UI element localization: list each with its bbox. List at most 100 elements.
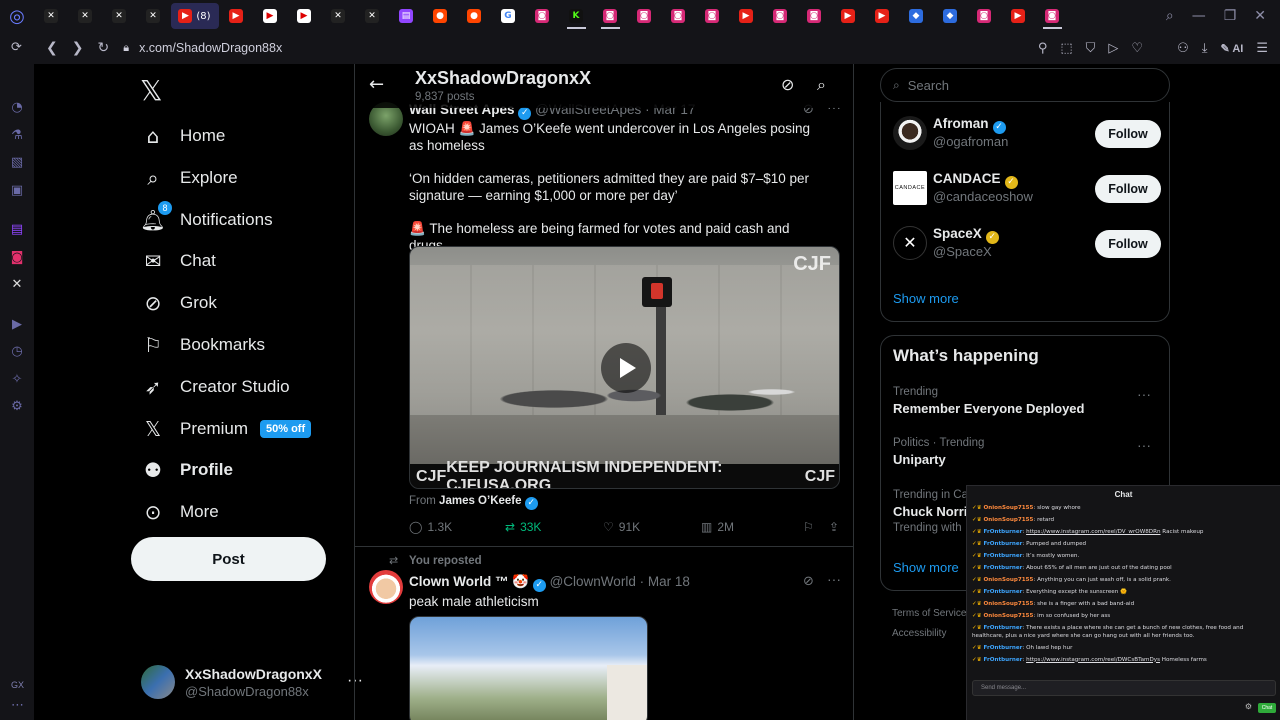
chat-username[interactable]: OnionSoup7155 <box>983 613 1033 619</box>
browser-tab[interactable]: ✕ <box>137 3 170 29</box>
browser-tab[interactable]: ▶ <box>730 3 763 29</box>
snapshot-icon[interactable]: ⬚ <box>1060 41 1072 56</box>
back-arrow-icon[interactable]: ← <box>369 74 384 95</box>
show-more-link[interactable]: Show more <box>893 291 959 306</box>
browser-tab[interactable]: G <box>492 3 525 29</box>
sync-icon[interactable]: ⟳ <box>11 40 22 55</box>
play-icon[interactable] <box>601 343 651 393</box>
browser-tab[interactable]: ◆ <box>900 3 933 29</box>
chat-username[interactable]: OnionSoup7155 <box>983 601 1033 607</box>
tweet[interactable]: ⇄ You reposted Clown World ™ 🤡 ✓ @ClownW… <box>355 548 853 720</box>
browser-tab[interactable]: ◙ <box>968 3 1001 29</box>
more-dots-icon[interactable]: ··· <box>827 571 841 587</box>
avatar[interactable]: ✕ <box>893 226 927 260</box>
browser-tab[interactable]: ▶ <box>1002 3 1035 29</box>
reload-icon[interactable]: ↻ <box>97 40 109 56</box>
nav-item-chat[interactable]: ✉ Chat <box>140 245 216 277</box>
sidebar-notes-icon[interactable]: ▧ <box>11 149 23 177</box>
heart-icon[interactable]: ♡ <box>1131 41 1143 56</box>
account-name[interactable]: SpaceX ✓ <box>933 226 999 244</box>
repost-button[interactable]: ⇄ 33K <box>505 520 603 534</box>
sidebar-twitch-icon[interactable]: ▤ <box>11 216 23 244</box>
browser-tab[interactable]: ◆ <box>934 3 967 29</box>
player-icon[interactable]: ▷ <box>1108 41 1118 56</box>
chat-username[interactable]: FrOntburner <box>983 529 1022 535</box>
post-button[interactable]: Post <box>131 537 326 581</box>
browser-tab[interactable]: ◙ <box>628 3 661 29</box>
like-button[interactable]: ♡ 91K <box>603 520 701 534</box>
trend-item[interactable]: Trending Remember Everyone Deployed ··· <box>893 386 1159 416</box>
account-icon[interactable]: ⚇ <box>1177 41 1189 56</box>
chat-input[interactable]: Send message... <box>972 680 1276 696</box>
sidebar-ai-icon[interactable]: ⚗ <box>11 122 23 150</box>
source-name[interactable]: James O’Keefe <box>439 495 521 507</box>
browser-tab[interactable]: ▶ (8) <box>170 3 219 29</box>
minimize-icon[interactable]: — <box>1192 8 1206 24</box>
tab-search-icon[interactable]: ⌕ <box>1166 8 1174 24</box>
chat-username[interactable]: FrOntburner <box>983 657 1022 663</box>
download-icon[interactable]: ⤓ <box>1202 41 1208 56</box>
follow-button[interactable]: Follow <box>1095 230 1161 258</box>
close-icon[interactable]: ✕ <box>1254 8 1266 24</box>
tweet-image[interactable] <box>409 616 648 720</box>
chat-send-button[interactable]: Chat <box>1258 703 1276 713</box>
account-name[interactable]: Afroman ✓ <box>933 116 1006 134</box>
follow-button[interactable]: Follow <box>1095 120 1161 148</box>
video-player[interactable]: CJF CJF KEEP JOURNALISM INDEPENDENT: CJF… <box>409 246 840 489</box>
nav-item-more[interactable]: ⊙ More <box>140 496 219 528</box>
sidebar-settings-icon[interactable]: ⚙ <box>11 393 23 421</box>
chat-username[interactable]: FrOntburner <box>983 553 1022 559</box>
nav-item-profile[interactable]: ⚉ Profile <box>140 454 233 486</box>
back-icon[interactable]: ❮ <box>46 40 58 56</box>
browser-tab[interactable]: ✕ <box>322 3 355 29</box>
url-field[interactable]: 🔒︎ x.com/ShadowDragon88x <box>123 41 282 55</box>
bookmark-icon[interactable]: ⚐ <box>803 520 829 534</box>
browser-tab[interactable]: ◙ <box>526 3 559 29</box>
sidebar-speed-dial-icon[interactable]: ◔ <box>11 94 22 122</box>
chat-link[interactable]: https://www.instagram.com/reel/DV_wrOW8D… <box>1026 529 1160 535</box>
browser-tab[interactable]: ◙ <box>1036 3 1069 29</box>
share-icon[interactable]: ⇪ <box>829 520 839 534</box>
nav-item-premium[interactable]: 𝕏 Premium 50% off <box>140 413 312 445</box>
nav-item-explore[interactable]: ⌕ Explore <box>140 162 237 194</box>
pin-icon[interactable]: ⚲ <box>1038 41 1048 56</box>
browser-tab[interactable]: ▶ <box>832 3 865 29</box>
browser-tab[interactable]: ▶ <box>220 3 253 29</box>
author-name[interactable]: Clown World ™ 🤡 <box>409 574 529 589</box>
sidebar-messenger-icon[interactable]: ▣ <box>11 177 23 205</box>
show-more-link[interactable]: Show more <box>893 560 959 575</box>
follow-suggestion[interactable]: Afroman ✓ @ogafroman Follow <box>893 114 1161 154</box>
browser-tab[interactable]: ▤ <box>390 3 423 29</box>
accessibility-link[interactable]: Accessibility <box>892 628 946 639</box>
nav-item-home[interactable]: ⌂ Home <box>140 120 226 152</box>
trend-item[interactable]: Politics · Trending Uniparty ··· <box>893 437 1159 467</box>
chat-username[interactable]: FrOntburner <box>983 645 1022 651</box>
chat-username[interactable]: OnionSoup7155 <box>983 577 1033 583</box>
follow-button[interactable]: Follow <box>1095 175 1161 203</box>
more-dots-icon[interactable]: ··· <box>1137 437 1151 453</box>
chat-link[interactable]: https://www.instagram.com/reel/DWCsBTamD… <box>1026 657 1160 663</box>
chat-settings-icon[interactable]: ⚙ <box>1245 702 1252 711</box>
author-handle[interactable]: @ClownWorld <box>550 574 636 589</box>
sidebar-extensions-icon[interactable]: ✧ <box>12 366 23 394</box>
browser-tab[interactable]: ◙ <box>798 3 831 29</box>
browser-tab[interactable]: ✕ <box>103 3 136 29</box>
browser-tab[interactable]: ● <box>458 3 491 29</box>
forward-icon[interactable]: ❯ <box>72 40 84 56</box>
browser-tab[interactable]: ▶ <box>254 3 287 29</box>
views-button[interactable]: ▥ 2M <box>701 520 803 534</box>
search-input[interactable]: ⌕ Search <box>880 68 1170 102</box>
chat-username[interactable]: FrOntburner <box>983 625 1022 631</box>
url-text[interactable]: x.com/ShadowDragon88x <box>139 41 282 55</box>
easy-setup-icon[interactable]: ☰ <box>1256 41 1268 56</box>
opera-menu-icon[interactable]: ◎ <box>0 0 34 32</box>
shield-icon[interactable]: ⛉ <box>1086 41 1096 56</box>
sidebar-player-icon[interactable]: ▶ <box>12 311 22 339</box>
sidebar-instagram-icon[interactable]: ◙ <box>11 244 24 272</box>
tweet[interactable]: Wall Street Apes ✓ @WallStreetApes · Mar… <box>355 99 853 547</box>
browser-tab[interactable]: ✕ <box>356 3 389 29</box>
avatar[interactable] <box>893 116 927 150</box>
more-dots-icon[interactable]: ··· <box>1137 386 1151 402</box>
reply-button[interactable]: ◯ 1.3K <box>409 520 505 534</box>
browser-tab[interactable]: ◙ <box>594 3 627 29</box>
